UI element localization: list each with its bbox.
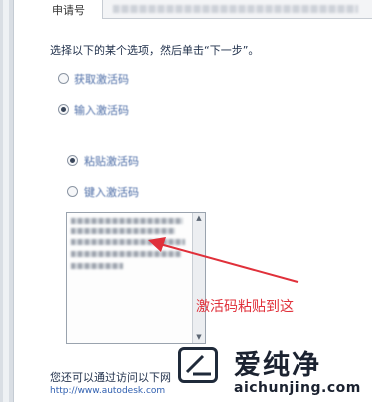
watermark-site: aichunjing.com [234, 380, 361, 396]
annotation-text: 激活码粘贴到这 [196, 299, 294, 315]
watermark: 爱纯净 aichunjing.com [178, 345, 372, 402]
alternative-text: 您还可以通过访问以下网 [50, 371, 171, 384]
autodesk-link[interactable]: http://www.autodesk.com [50, 386, 165, 396]
annotation-arrow-icon [148, 237, 299, 283]
watermark-logo-icon [178, 347, 218, 383]
watermark-brand: 爱纯净 [234, 350, 321, 381]
